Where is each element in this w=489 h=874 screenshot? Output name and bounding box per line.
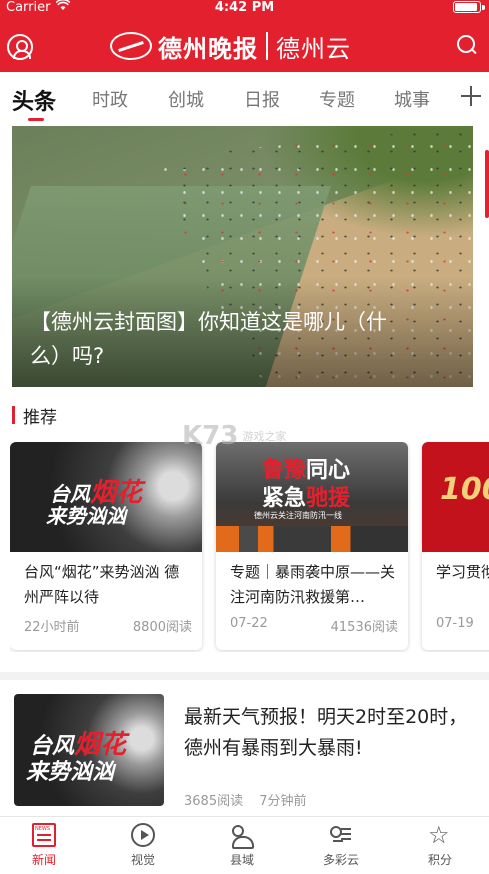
card-title: 台风“烟花”来势汹汹 德州严阵以待 <box>24 563 180 606</box>
recommend-header: 推荐 <box>12 404 57 428</box>
battery-tip <box>482 5 485 10</box>
tabbar-news[interactable]: 新闻 <box>4 823 84 868</box>
user-icon[interactable] <box>7 34 33 60</box>
tab-headline[interactable]: 头条 <box>12 84 56 116</box>
card-image-text: 紧急驰援 <box>262 486 351 511</box>
recommend-title: 推荐 <box>23 407 57 428</box>
tabbar-colorful-cloud[interactable]: 多彩云 <box>301 823 381 868</box>
recommend-card[interactable]: 台风烟花 来势汹汹 台风“烟花”来势汹汹 德州严阵以待 22小时前 8800阅读 <box>10 442 202 650</box>
hero-banner[interactable]: 【德州云封面图】你知道这是哪儿（什么）吗? <box>12 126 473 387</box>
card-time: 07-22 <box>230 616 268 631</box>
watermark: K73 游戏之家 <box>182 421 287 451</box>
card-meta: 07-19 <box>436 616 489 631</box>
people-icon <box>230 823 254 849</box>
article-image: 台风烟花 来势汹汹 <box>14 694 164 806</box>
card-image: 100 <box>422 442 489 552</box>
tab-daily[interactable]: 日报 <box>244 86 280 112</box>
article-meta: 3685阅读 7分钟前 <box>184 790 319 809</box>
section-divider <box>0 672 489 680</box>
card-image-text: 来势汹汹 <box>46 504 126 528</box>
tabbar-label: 视觉 <box>130 853 155 867</box>
tabbar-points[interactable]: 积分 <box>400 820 480 868</box>
card-title: 学习贯彻“七一”重 <box>436 563 489 581</box>
brand-subtitle: 德州云 <box>276 34 351 63</box>
tabbar-label: 多彩云 <box>322 853 359 867</box>
article-reads: 3685阅读 <box>184 794 244 809</box>
brand-logo-group: 德州晚报 德州云 <box>110 28 351 64</box>
news-icon <box>32 823 56 847</box>
card-title: 专题｜暴雨袭中原——关注河南防汛救援第… <box>230 563 396 606</box>
recommend-card[interactable]: 100 学习贯彻“七一”重 07-19 <box>422 442 489 650</box>
card-time: 07-19 <box>436 616 474 631</box>
card-meta: 22小时前 8800阅读 <box>24 616 192 635</box>
tab-special[interactable]: 专题 <box>319 86 355 112</box>
section-marker <box>12 406 15 424</box>
card-reads: 8800阅读 <box>132 620 192 635</box>
tab-politics[interactable]: 时政 <box>92 86 128 112</box>
card-meta: 07-22 41536阅读 <box>230 616 398 635</box>
hero-caption: 【德州云封面图】你知道这是哪儿（什么）吗? <box>30 310 387 368</box>
tab-city-affairs[interactable]: 城事 <box>394 86 430 112</box>
tabbar-label: 积分 <box>427 853 452 867</box>
recommend-carousel[interactable]: 台风烟花 来势汹汹 台风“烟花”来势汹汹 德州严阵以待 22小时前 8800阅读… <box>10 442 489 652</box>
bottom-tab-bar: 新闻 视觉 县域 多彩云 积分 <box>0 816 489 874</box>
brand-separator <box>266 32 268 60</box>
card-image-text: 100 <box>440 472 489 507</box>
carousel-indicator <box>485 150 489 218</box>
article-image-text: 来势汹汹 <box>26 760 115 785</box>
card-image: 鲁豫同心 紧急驰援 德州云关注河南防汛一线 <box>216 442 408 552</box>
card-image-rescuers <box>216 526 408 552</box>
active-tab-indicator <box>28 118 44 121</box>
tab-civilized-city[interactable]: 创城 <box>168 86 204 112</box>
card-image: 台风烟花 来势汹汹 <box>10 442 202 552</box>
status-bar: Carrier 4:42 PM <box>0 0 489 16</box>
add-tab-icon[interactable] <box>461 86 481 106</box>
newspaper-logo-icon <box>110 32 152 60</box>
star-icon <box>428 820 452 850</box>
article-time: 7分钟前 <box>259 794 307 809</box>
tabbar-label: 县域 <box>229 853 254 867</box>
article-item[interactable]: 台风烟花 来势汹汹 最新天气预报！明天2时至20时，德州有暴雨到大暴雨! 368… <box>0 680 489 816</box>
card-reads: 41536阅读 <box>330 620 398 635</box>
tabbar-county[interactable]: 县域 <box>202 823 282 868</box>
status-time: 4:42 PM <box>214 0 275 15</box>
top-header: Carrier 4:42 PM 德州晚报 德州云 <box>0 0 489 72</box>
recommend-card[interactable]: 鲁豫同心 紧急驰援 德州云关注河南防汛一线 专题｜暴雨袭中原——关注河南防汛救援… <box>216 442 408 650</box>
play-icon <box>131 823 155 847</box>
article-title: 最新天气预报！明天2时至20时，德州有暴雨到大暴雨! <box>184 706 468 759</box>
card-image-subtext: 德州云关注河南防汛一线 <box>254 511 342 520</box>
nav-bar: 德州晚报 德州云 <box>0 22 489 70</box>
list-user-icon <box>329 823 353 847</box>
category-tabs: 头条 时政 创城 日报 专题 城事 <box>0 78 489 122</box>
search-icon[interactable] <box>457 35 477 55</box>
tabbar-label: 新闻 <box>31 853 56 867</box>
brand-title: 德州晚报 <box>158 33 258 63</box>
tabbar-visual[interactable]: 视觉 <box>103 823 183 868</box>
battery-icon <box>453 1 481 13</box>
card-time: 22小时前 <box>24 620 80 635</box>
